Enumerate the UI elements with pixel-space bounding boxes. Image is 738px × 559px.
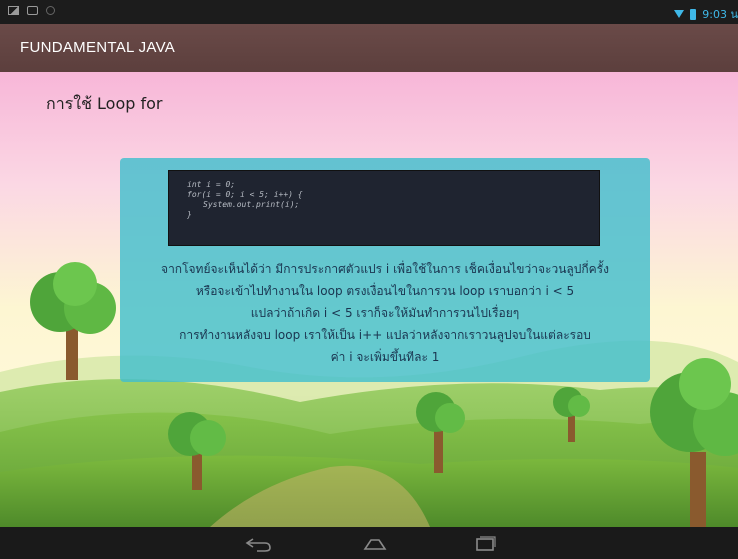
status-right: 9:03 น [674, 5, 738, 23]
battery-icon [690, 8, 697, 20]
photo-icon [8, 6, 19, 15]
code-snippet: int i = 0; for(i = 0; i < 5; i++) { Syst… [168, 170, 600, 246]
notification-icons [8, 6, 55, 15]
explanation-line: ค่า i จะเพิ่มขึ้นทีละ 1 [330, 350, 440, 364]
recent-apps-icon [476, 536, 496, 551]
clock: 9:03 น [702, 8, 738, 21]
back-button[interactable] [239, 531, 279, 555]
home-icon [363, 539, 387, 550]
lesson-panel: int i = 0; for(i = 0; i < 5; i++) { Syst… [120, 158, 650, 382]
code-line: for(i = 0; i < 5; i++) { [187, 190, 303, 199]
explanation-line: หรือจะเข้าไปทำงานใน loop ตรงเงื่อนไขในกา… [195, 284, 575, 298]
code-line: System.out.print(i); [203, 200, 300, 209]
wifi-icon [674, 10, 685, 18]
app-bar: FUNDAMENTAL JAVA [0, 24, 738, 72]
code-line: } [187, 210, 192, 219]
recent-apps-button[interactable] [465, 531, 505, 555]
sync-icon [46, 6, 55, 15]
home-button[interactable] [355, 531, 395, 555]
navigation-bar [0, 527, 738, 559]
explanation-text: จากโจทย์จะเห็นได้ว่า มีการประกาศตัวแปร i… [126, 258, 644, 368]
explanation-line: แปลว่าถ้าเกิด i < 5 เราก็จะให้มันทำการวน… [250, 306, 520, 320]
code-line: int i = 0; [187, 180, 236, 189]
explanation-line: การทำงานหลังจบ loop เราให้เป็น i++ แปลว่… [179, 328, 591, 342]
explanation-line: จากโจทย์จะเห็นได้ว่า มีการประกาศตัวแปร i… [161, 262, 609, 276]
lesson-heading: การใช้ Loop for [46, 94, 163, 113]
back-icon [245, 538, 271, 552]
message-icon [27, 6, 38, 15]
app-title: FUNDAMENTAL JAVA [20, 39, 176, 56]
status-bar: 9:03 น [0, 0, 738, 24]
content-scene: การใช้ Loop for int i = 0; for(i = 0; i … [0, 72, 738, 527]
